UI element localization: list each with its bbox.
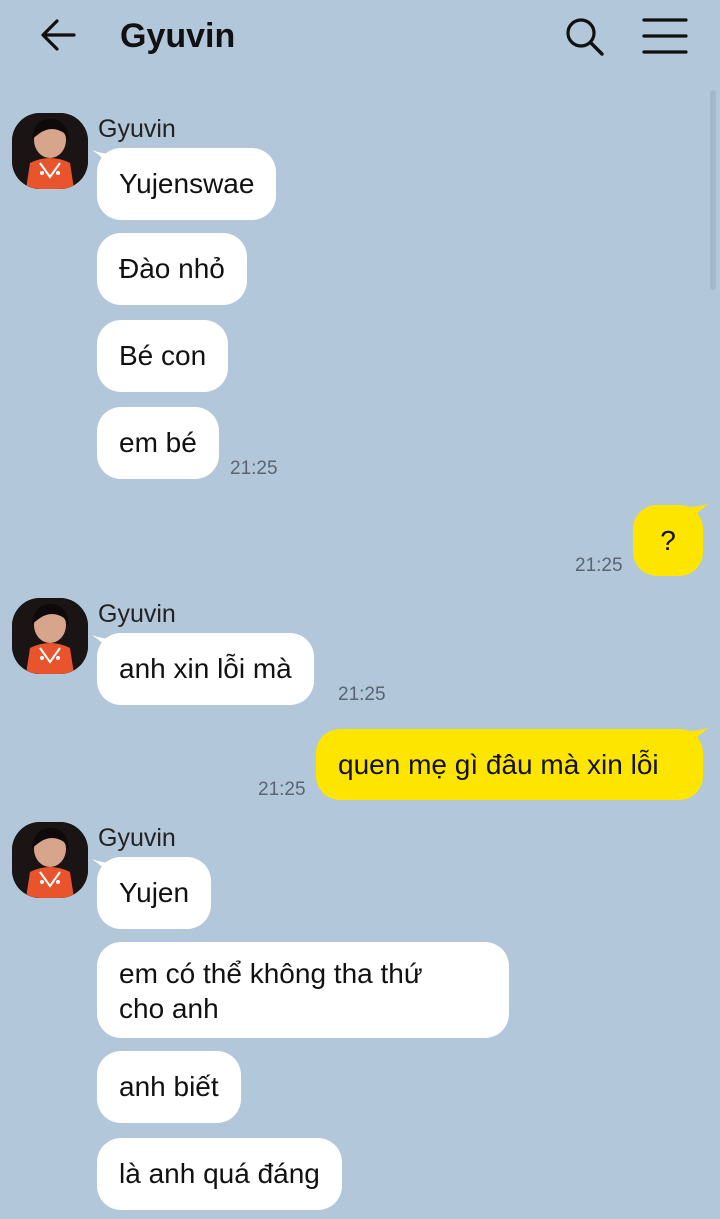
back-arrow-icon[interactable]: [38, 16, 78, 56]
bubble-tail: [688, 727, 710, 747]
message-timestamp: 21:25: [338, 684, 386, 705]
chat-title: Gyuvin: [120, 17, 236, 55]
search-icon[interactable]: [562, 14, 608, 60]
avatar[interactable]: [12, 598, 88, 674]
message-bubble[interactable]: là anh quá đáng: [97, 1138, 342, 1210]
message-bubble[interactable]: anh biết: [97, 1051, 241, 1123]
message-bubble[interactable]: anh xin lỗi mà: [97, 633, 314, 705]
avatar-image: [12, 598, 88, 674]
scrollbar[interactable]: [710, 90, 716, 290]
message-timestamp: 21:25: [258, 779, 306, 800]
chat-header: Gyuvin: [0, 0, 720, 72]
message-bubble[interactable]: Yujen: [97, 857, 212, 929]
hamburger-menu-icon[interactable]: [640, 16, 690, 56]
avatar-image: [12, 822, 88, 898]
message-bubble[interactable]: Đào nhỏ: [97, 233, 247, 305]
avatar[interactable]: [12, 113, 88, 189]
message-timestamp: 21:25: [575, 555, 623, 576]
message-bubble[interactable]: quen mẹ gì đâu mà xin lỗi: [316, 729, 703, 800]
message-bubble[interactable]: Bé con: [97, 320, 229, 392]
sender-name: Gyuvin: [98, 824, 176, 852]
message-bubble[interactable]: Yujenswae: [97, 148, 277, 220]
sender-name: Gyuvin: [98, 115, 176, 143]
message-timestamp: 21:25: [230, 458, 278, 479]
message-bubble[interactable]: em bé: [97, 407, 219, 479]
avatar-image: [12, 113, 88, 189]
message-bubble[interactable]: em có thể không tha thứ cho anh: [97, 942, 509, 1038]
sender-name: Gyuvin: [98, 600, 176, 628]
bubble-tail: [688, 503, 710, 523]
avatar[interactable]: [12, 822, 88, 898]
